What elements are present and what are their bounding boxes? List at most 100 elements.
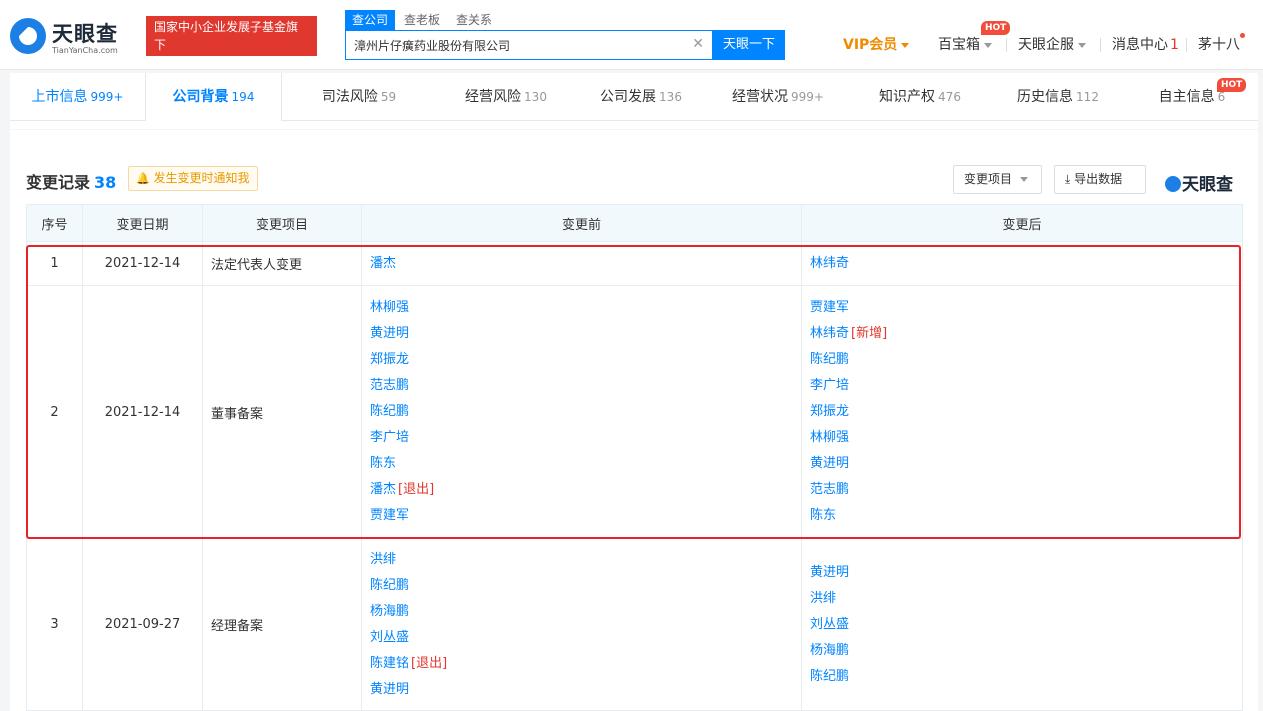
tab-company-development[interactable]: 公司发展 136 — [576, 73, 706, 121]
user-menu[interactable]: 茅十八 — [1198, 34, 1240, 56]
baibaoxiang-menu[interactable]: 百宝箱 — [938, 34, 992, 56]
tab-company-background[interactable]: 公司背景 194 — [145, 73, 282, 121]
tab-count: 136 — [659, 90, 682, 104]
search-tab-company[interactable]: 查公司 — [345, 10, 396, 30]
person-link[interactable]: 贾建军 — [370, 503, 793, 529]
tab-label: 上市信息 — [31, 89, 88, 105]
tab-count: 112 — [1076, 90, 1099, 104]
tab-gap — [10, 121, 1258, 129]
cell-date: 2021-12-14 — [82, 285, 203, 539]
person-name: 潘杰 — [370, 255, 397, 271]
message-center[interactable]: 消息中心 1 — [1112, 34, 1179, 56]
tab-judicial-risk[interactable]: 司法风险 59 — [282, 73, 436, 121]
person-name: 李广培 — [810, 378, 850, 393]
person-link[interactable]: 范志鹏 — [370, 373, 793, 399]
person-name: 杨海鹏 — [370, 603, 410, 619]
person-link[interactable]: 潘杰 — [370, 251, 793, 277]
person-link[interactable]: 林纬奇 [新增] — [810, 321, 1234, 347]
badge-line1: 国家中小企业发展子基金旗下 — [154, 20, 299, 52]
notify-on-change-button[interactable]: 🔔 发生变更时通知我 — [128, 166, 258, 191]
person-link[interactable]: 陈纪鹏 — [810, 347, 1234, 373]
tab-label: 知识产权 — [879, 89, 936, 105]
person-link[interactable]: 刘丛盛 — [370, 625, 793, 651]
person-link[interactable]: 黄进明 — [370, 321, 793, 347]
export-data-button[interactable]: ⤓ 导出数据 — [1054, 165, 1146, 194]
person-link[interactable]: 刘丛盛 — [810, 612, 1234, 638]
person-link[interactable]: 陈纪鹏 — [370, 399, 793, 425]
search-tab-relation[interactable]: 查关系 — [449, 10, 499, 30]
official-badge: 国家中小企业发展子基金旗下 官方备案企业征信机构 — [146, 16, 317, 70]
person-name: 陈纪鹏 — [370, 404, 410, 419]
table-row: 3 2021-09-27 经理备案 洪绯 陈纪鹏 杨海鹏 刘丛盛 陈建铭 [退出] 黄进明 黄进明洪… — [26, 538, 1243, 711]
tab-listing-info[interactable]: 上市信息 999+ — [10, 73, 145, 121]
person-link[interactable]: 陈东 — [810, 503, 1234, 529]
cell-no: 1 — [26, 241, 83, 286]
tab-history-info[interactable]: 历史信息 112 — [990, 73, 1126, 121]
qifu-menu[interactable]: 天眼企服 — [1018, 34, 1086, 56]
person-link[interactable]: 杨海鹏 — [370, 599, 793, 625]
person-name: 范志鹏 — [810, 482, 850, 497]
cell-date: 2021-09-27 — [82, 538, 203, 711]
chevron-down-icon — [1020, 177, 1029, 182]
search-input[interactable] — [346, 31, 676, 59]
person-link[interactable]: 陈纪鹏 — [370, 573, 793, 599]
change-item-filter[interactable]: 变更项目 — [953, 165, 1042, 194]
person-link[interactable]: 林柳强 — [810, 425, 1234, 451]
search-tab-boss[interactable]: 查老板 — [397, 10, 447, 30]
chevron-down-icon — [901, 42, 910, 48]
clear-icon[interactable]: ✕ — [692, 36, 704, 52]
person-link[interactable]: 范志鹏 — [810, 477, 1234, 503]
col-header-date: 变更日期 — [82, 204, 203, 242]
person-name: 洪绯 — [810, 590, 837, 606]
person-name: 黄进明 — [810, 564, 850, 580]
person-link[interactable]: 陈建铭 [退出] — [370, 651, 793, 677]
person-link[interactable]: 黄进明 — [810, 451, 1234, 477]
person-link[interactable]: 林柳强 — [370, 295, 793, 321]
person-link[interactable]: 李广培 — [810, 373, 1234, 399]
tab-label: 公司背景 — [172, 89, 229, 105]
person-name: 林纬奇 — [810, 255, 850, 271]
person-link[interactable]: 洪绯 — [810, 586, 1234, 612]
person-link[interactable]: 黄进明 — [810, 560, 1234, 586]
baibaoxiang-label: 百宝箱 — [938, 37, 980, 53]
person-link[interactable]: 黄进明 — [370, 677, 793, 703]
person-link[interactable]: 郑振龙 — [810, 399, 1234, 425]
person-link[interactable]: 林纬奇 — [810, 251, 1234, 277]
hot-badge: HOT — [1217, 78, 1247, 92]
brand-label: 天眼查 — [1182, 175, 1233, 195]
person-name: 黄进明 — [370, 681, 410, 697]
message-center-label: 消息中心 — [1112, 37, 1168, 53]
person-link[interactable]: 郑振龙 — [370, 347, 793, 373]
person-link[interactable]: 陈东 — [370, 451, 793, 477]
search-button[interactable]: 天眼一下 — [713, 30, 785, 60]
logo-name: 天眼查 — [52, 22, 118, 46]
cell-item: 法定代表人变更 — [202, 241, 362, 286]
export-label: 导出数据 — [1074, 172, 1123, 186]
cell-item: 经理备案 — [202, 538, 362, 711]
tab-intellectual-property[interactable]: 知识产权 476 — [850, 73, 990, 121]
tab-label: 自主信息 — [1158, 89, 1215, 105]
person-link[interactable]: 陈纪鹏 — [810, 664, 1234, 690]
person-link[interactable]: 潘杰 [退出] — [370, 477, 793, 503]
person-link[interactable]: 贾建军 — [810, 295, 1234, 321]
tab-count: 194 — [231, 90, 255, 104]
person-name: 刘丛盛 — [810, 616, 850, 632]
badge-line2: 官方备案企业征信机构 — [154, 56, 295, 70]
tab-operating-status[interactable]: 经营状况 999+ — [706, 73, 850, 121]
top-navbar: 天眼查 TianYanCha.com 国家中小企业发展子基金旗下 官方备案企业征… — [0, 0, 1263, 70]
chevron-down-icon — [984, 42, 992, 48]
tab-operating-risk[interactable]: 经营风险 130 — [436, 73, 576, 121]
divider — [1100, 38, 1101, 52]
divider — [1186, 38, 1187, 52]
logo-icon — [1165, 176, 1181, 192]
tianyancha-logo[interactable]: 天眼查 TianYanCha.com — [10, 16, 140, 58]
table-row: 2 2021-12-14 董事备案 林柳强 黄进明 郑振龙 范志鹏 陈纪鹏 李广培 陈东 潘杰 [退出… — [26, 285, 1243, 539]
person-link[interactable]: 李广培 — [370, 425, 793, 451]
person-link[interactable]: 杨海鹏 — [810, 638, 1234, 664]
person-link[interactable]: 洪绯 — [370, 547, 793, 573]
vip-menu[interactable]: VIP会员 — [843, 34, 910, 56]
person-name: 郑振龙 — [370, 352, 410, 367]
person-name: 陈纪鹏 — [810, 668, 850, 684]
bell-icon: 🔔 — [136, 172, 150, 185]
cell-after: 贾建军 林纬奇 [新增] 陈纪鹏李广培郑振龙 林柳强 黄进明范志鹏陈东 — [801, 285, 1243, 539]
